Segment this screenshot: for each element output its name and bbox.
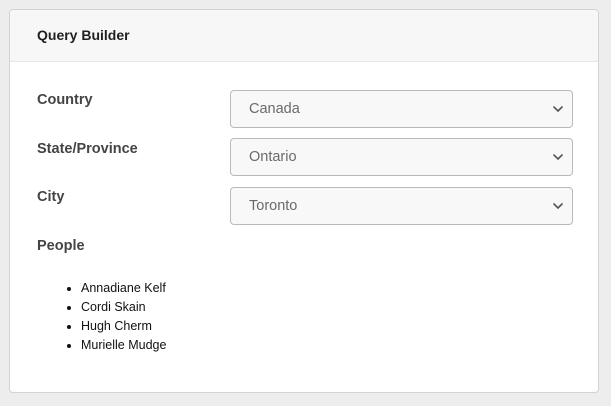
city-select[interactable]: Toronto — [230, 187, 573, 225]
country-label: Country — [37, 92, 93, 108]
state-province-label: State/Province — [37, 141, 138, 157]
panel-title: Query Builder — [37, 26, 130, 43]
state-province-select-value: Ontario — [249, 149, 297, 165]
list-item: Hugh Cherm — [81, 317, 166, 336]
chevron-down-icon — [553, 203, 563, 209]
people-list: Annadiane Kelf Cordi Skain Hugh Cherm Mu… — [62, 279, 166, 355]
list-item: Cordi Skain — [81, 298, 166, 317]
city-label: City — [37, 189, 65, 205]
chevron-down-icon — [553, 154, 563, 160]
panel-header: Query Builder — [10, 10, 598, 62]
list-item: Murielle Mudge — [81, 336, 166, 355]
query-builder-panel: Query Builder Country Canada State/Provi… — [9, 9, 599, 393]
people-label: People — [37, 238, 85, 254]
state-province-select[interactable]: Ontario — [230, 138, 573, 176]
chevron-down-icon — [553, 106, 563, 112]
city-select-value: Toronto — [249, 198, 298, 214]
list-item: Annadiane Kelf — [81, 279, 166, 298]
country-select-value: Canada — [249, 101, 300, 117]
country-select[interactable]: Canada — [230, 90, 573, 128]
